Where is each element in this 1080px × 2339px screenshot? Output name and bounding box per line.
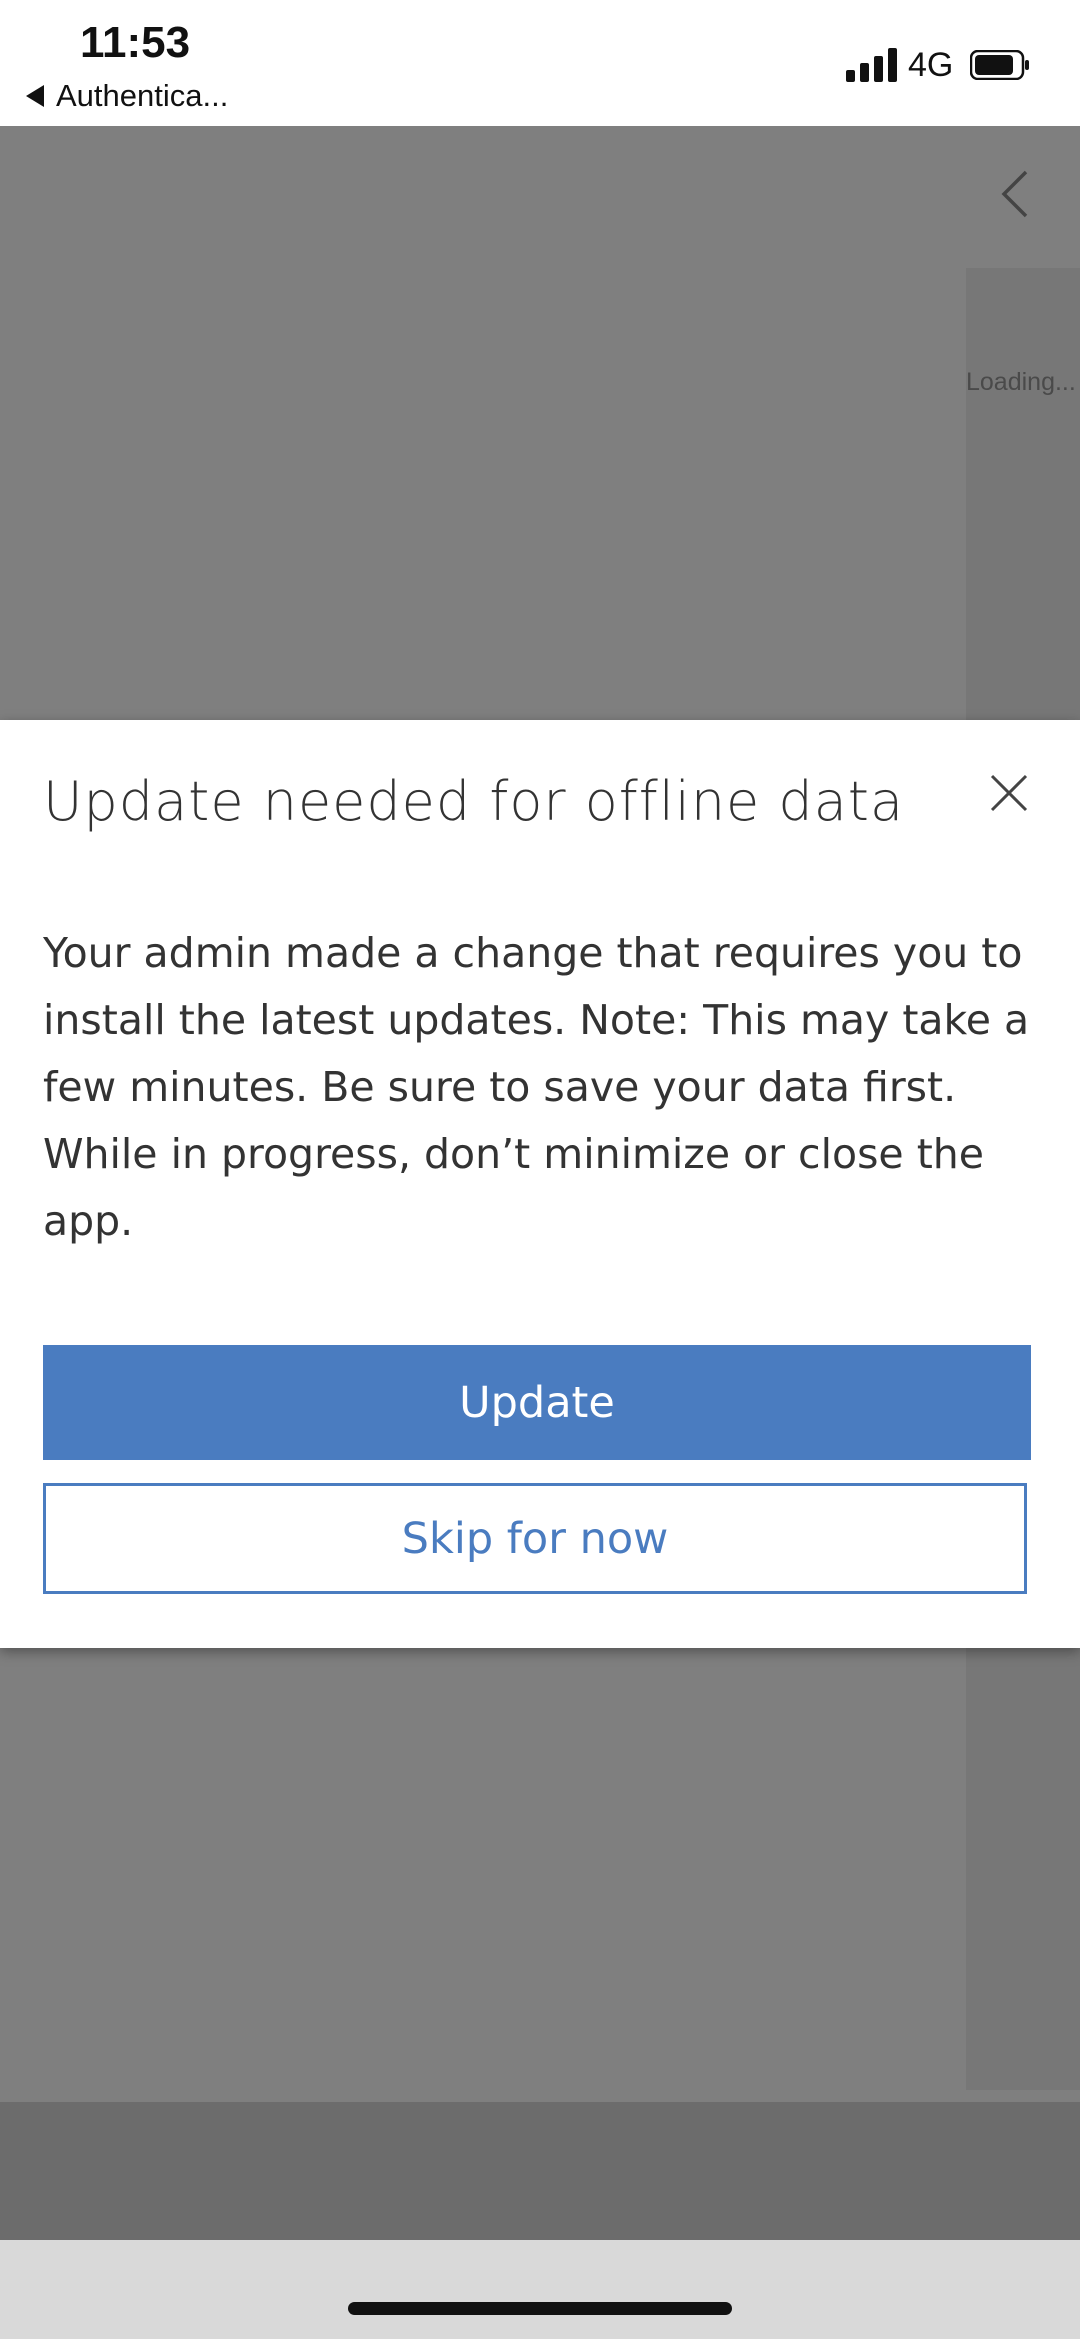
chevron-left-icon[interactable] [996,168,1036,220]
status-time: 11:53 [80,18,191,67]
update-dialog: Update needed for offline data Your admi… [0,720,1080,1648]
skip-for-now-button[interactable]: Skip for now [43,1483,1027,1594]
close-icon[interactable] [984,768,1034,818]
back-arrow-icon [26,85,44,107]
battery-icon [970,50,1029,80]
home-bar-area [0,2240,1080,2339]
bottom-toolbar-area [0,2102,1080,2240]
update-button[interactable]: Update [43,1345,1031,1460]
back-to-app-link[interactable]: Authentica... [26,78,228,114]
dialog-message: Your admin made a change that requires y… [43,929,1030,1245]
status-bar: 11:53 Authentica... 4G [0,0,1080,126]
home-indicator[interactable] [348,2302,732,2315]
network-type: 4G [908,46,954,84]
back-app-label: Authentica... [56,78,229,113]
dialog-title: Update needed for offline data [43,770,905,833]
signal-icon [846,48,897,82]
loading-text: Loading... [966,368,1076,396]
